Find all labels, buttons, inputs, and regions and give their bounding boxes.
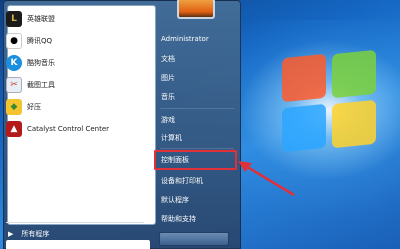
- right-item-label: 音乐: [161, 92, 175, 101]
- pinned-item-snipping[interactable]: ✂ 截图工具: [4, 74, 146, 95]
- all-programs-label: 所有程序: [21, 230, 50, 238]
- pinned-item-label: 英雄联盟: [27, 14, 55, 23]
- right-item-music[interactable]: 音乐: [157, 88, 237, 105]
- right-item-label: 帮助和支持: [161, 214, 196, 223]
- pane-divider: [6, 222, 144, 223]
- avatar[interactable]: [177, 0, 215, 19]
- right-item-label: 图片: [161, 73, 175, 82]
- search-input[interactable]: [6, 240, 150, 249]
- right-item-default-programs[interactable]: 默认程序: [157, 191, 237, 208]
- pinned-item-league[interactable]: L 英雄联盟: [4, 8, 146, 29]
- kugou-music-icon: K: [6, 54, 22, 71]
- right-separator: [160, 108, 234, 109]
- callout-arrow-icon: [238, 161, 295, 197]
- pinned-item-qq[interactable]: ● 腾讯QQ: [4, 30, 146, 51]
- right-item-label: Administrator: [161, 34, 209, 43]
- pinned-item-label: 腾讯QQ: [27, 36, 53, 45]
- pinned-item-label: 酷狗音乐: [27, 58, 55, 67]
- right-item-help-support[interactable]: 帮助和支持: [157, 210, 237, 227]
- pinned-item-catalyst[interactable]: ▲ Catalyst Control Center: [4, 118, 146, 139]
- windows-logo-icon: [282, 49, 382, 166]
- league-of-legends-icon: L: [6, 10, 22, 27]
- right-item-label: 计算机: [161, 133, 182, 142]
- right-item-computer[interactable]: 计算机: [157, 129, 237, 146]
- right-item-games[interactable]: 游戏: [157, 111, 237, 128]
- pinned-item-label: 截图工具: [27, 80, 55, 89]
- play-arrow-icon: ▶: [8, 230, 14, 238]
- right-item-administrator[interactable]: Administrator: [157, 30, 237, 47]
- control-panel-highlight-box: [154, 150, 237, 170]
- pinned-item-label: Catalyst Control Center: [27, 124, 110, 133]
- right-item-label: 设备和打印机: [161, 176, 203, 185]
- qq-penguin-icon: ●: [6, 32, 22, 49]
- shutdown-button[interactable]: [159, 232, 229, 246]
- right-item-label: 文档: [161, 54, 175, 63]
- all-programs-button[interactable]: ▶ 所有程序: [8, 229, 49, 239]
- right-item-documents[interactable]: 文档: [157, 50, 237, 67]
- right-item-label: 默认程序: [161, 195, 189, 204]
- haozip-icon: ◆: [6, 98, 22, 115]
- pinned-item-haozip[interactable]: ◆ 好压: [4, 96, 146, 117]
- right-item-devices-printers[interactable]: 设备和打印机: [157, 172, 237, 189]
- right-item-label: 游戏: [161, 115, 175, 124]
- snipping-tool-icon: ✂: [6, 76, 22, 93]
- pinned-item-label: 好压: [27, 102, 41, 111]
- right-separator: [160, 148, 234, 149]
- catalyst-icon: ▲: [6, 120, 22, 137]
- pinned-item-kugou[interactable]: K 酷狗音乐: [4, 52, 146, 73]
- right-item-pictures[interactable]: 图片: [157, 69, 237, 86]
